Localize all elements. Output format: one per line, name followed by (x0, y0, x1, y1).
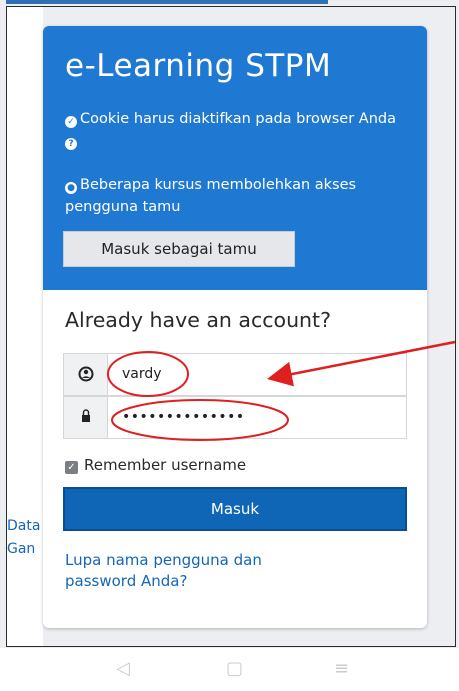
remember-checkbox[interactable]: ✓ (65, 461, 78, 474)
android-nav-bar: ◁ ▢ ≡ (0, 648, 459, 691)
background-text-2: Gan (7, 541, 36, 557)
username-addon (64, 354, 108, 395)
password-value[interactable]: •••••••••••••• (122, 409, 245, 425)
guest-login-button[interactable]: Masuk sebagai tamu (63, 231, 295, 267)
password-field[interactable]: •••••••••••••• (63, 396, 407, 439)
username-value[interactable]: vardy (122, 366, 162, 382)
username-field[interactable]: vardy (63, 353, 407, 396)
background-text-1: Data (7, 518, 41, 534)
remember-username[interactable]: ✓ Remember username (65, 456, 246, 474)
password-addon (64, 397, 108, 438)
guest-notice-text: Beberapa kursus membolehkan akses penggu… (65, 177, 357, 215)
check-circle-icon: ✓ (65, 116, 77, 128)
help-icon[interactable]: ? (65, 138, 77, 150)
remember-label: Remember username (84, 456, 247, 474)
site-title: e-Learning STPM (65, 48, 332, 84)
user-circle-icon: ● (65, 182, 77, 194)
login-card: e-Learning STPM ✓ Cookie harus diaktifkan… (43, 26, 427, 628)
login-button[interactable]: Masuk (63, 487, 407, 531)
user-icon (78, 366, 94, 382)
cookie-notice-text: Cookie harus diaktifkan pada browser And… (80, 111, 396, 127)
lock-icon (82, 409, 90, 422)
login-card-header: e-Learning STPM ✓ Cookie harus diaktifkan… (43, 26, 427, 290)
forgot-password-link[interactable]: Lupa nama pengguna dan password Anda? (65, 550, 325, 592)
cookie-notice: ✓ Cookie harus diaktifkan pada browser An… (65, 108, 405, 152)
menu-icon[interactable]: ≡ (334, 658, 349, 679)
home-icon[interactable]: ▢ (226, 658, 243, 679)
back-icon[interactable]: ◁ (116, 658, 130, 679)
top-accent-line (6, 0, 328, 4)
login-heading: Already have an account? (65, 308, 331, 332)
guest-notice: ● Beberapa kursus membolehkan akses pengg… (65, 174, 405, 218)
